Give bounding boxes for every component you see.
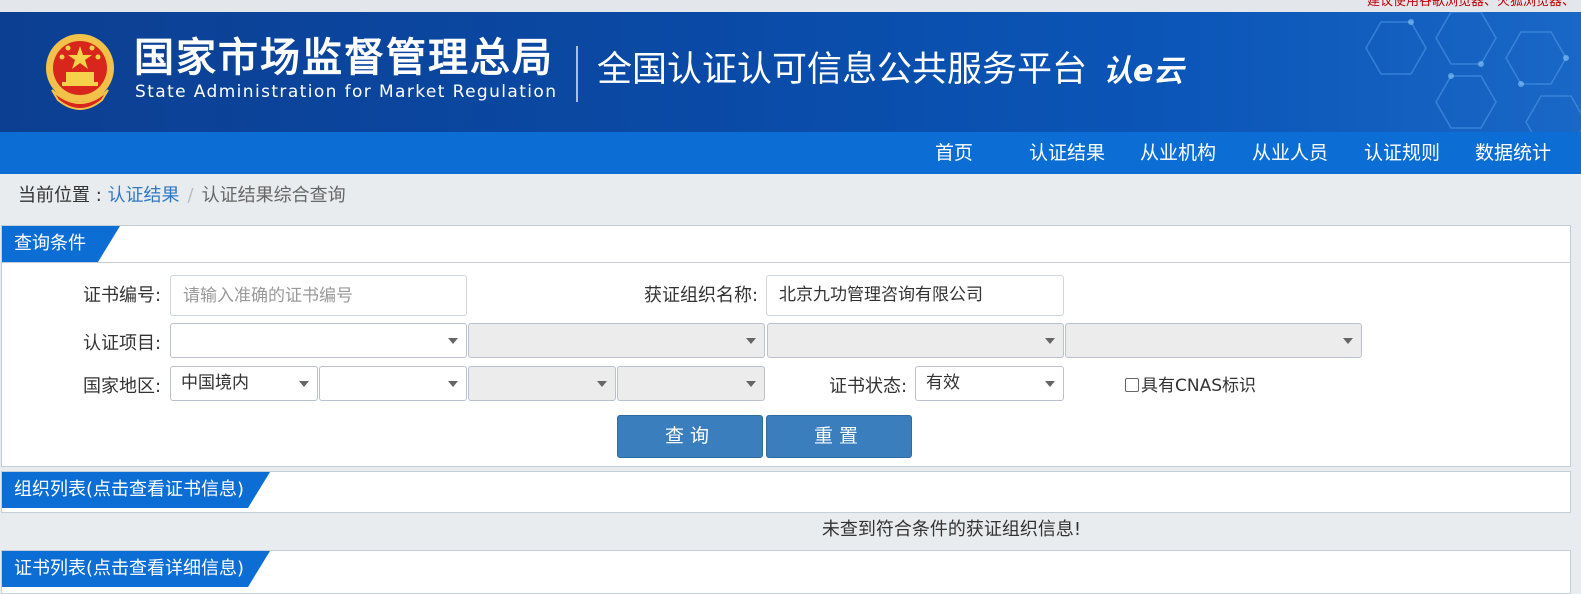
org-name-label: 获证组织名称: bbox=[644, 285, 759, 306]
agency-name-en: State Administration for Market Regulati… bbox=[135, 82, 558, 102]
cert-list-panel: 证书列表(点击查看详细信息) bbox=[1, 550, 1571, 594]
cnas-checkbox[interactable] bbox=[1125, 378, 1139, 392]
nav-item-institutions[interactable]: 从业机构 bbox=[1140, 132, 1216, 174]
org-list-panel: 组织列表(点击查看证书信息) bbox=[1, 471, 1571, 513]
search-button[interactable]: 查询 bbox=[617, 415, 763, 458]
region-label: 国家地区: bbox=[83, 376, 162, 397]
cert-list-title: 证书列表(点击查看详细信息) bbox=[2, 551, 270, 587]
top-strip: 建议使用谷歌浏览器、火狐浏览器、 bbox=[0, 0, 1581, 12]
cert-project-select-3 bbox=[767, 323, 1064, 358]
query-section-title: 查询条件 bbox=[2, 226, 120, 262]
nav-item-statistics[interactable]: 数据统计 bbox=[1475, 132, 1551, 174]
reset-button[interactable]: 重置 bbox=[766, 415, 912, 458]
chevron-down-icon bbox=[448, 338, 458, 344]
cert-no-input[interactable] bbox=[170, 275, 467, 316]
chevron-down-icon bbox=[448, 381, 458, 387]
nav-item-cert-rules[interactable]: 认证规则 bbox=[1364, 132, 1440, 174]
breadcrumb-prefix: 当前位置 : bbox=[18, 185, 108, 206]
cert-project-label: 认证项目: bbox=[83, 333, 162, 354]
nav-item-home[interactable]: 首页 bbox=[935, 132, 973, 174]
chevron-down-icon bbox=[1045, 338, 1055, 344]
platform-title: 全国认证认可信息公共服务平台 bbox=[597, 50, 1088, 90]
site-banner: 国家市场监督管理总局 State Administration for Mark… bbox=[0, 12, 1581, 132]
cnas-checkbox-label: 具有CNAS标识 bbox=[1141, 376, 1257, 396]
chevron-down-icon bbox=[299, 381, 309, 387]
cert-project-select-2 bbox=[468, 323, 765, 358]
chevron-down-icon bbox=[746, 338, 756, 344]
browser-notice: 建议使用谷歌浏览器、火狐浏览器、 bbox=[1366, 0, 1575, 9]
breadcrumb-link-cert-results[interactable]: 认证结果 bbox=[108, 185, 180, 206]
org-name-input[interactable]: 北京九功管理咨询有限公司 bbox=[766, 275, 1064, 316]
chevron-down-icon bbox=[1045, 381, 1055, 387]
chevron-down-icon bbox=[746, 381, 756, 387]
platform-logo: 认e云 bbox=[1103, 54, 1184, 89]
chevron-down-icon bbox=[1343, 338, 1353, 344]
cert-status-label: 证书状态: bbox=[829, 376, 908, 397]
nav-item-cert-results[interactable]: 认证结果 bbox=[1029, 132, 1105, 174]
nav-item-personnel[interactable]: 从业人员 bbox=[1252, 132, 1328, 174]
breadcrumb-current: 认证结果综合查询 bbox=[201, 185, 346, 206]
cert-no-label: 证书编号: bbox=[83, 285, 162, 306]
region-select-3 bbox=[468, 366, 616, 401]
cert-project-select-1[interactable] bbox=[170, 323, 467, 358]
org-list-empty-message: 未查到符合条件的获证组织信息! bbox=[821, 519, 1082, 540]
hexagon-pattern-icon bbox=[1365, 12, 1581, 132]
org-list-title: 组织列表(点击查看证书信息) bbox=[2, 472, 270, 508]
region-select-2[interactable] bbox=[319, 366, 467, 401]
cnas-checkbox-wrap[interactable]: 具有CNAS标识 bbox=[1125, 377, 1256, 395]
breadcrumb: 当前位置 : 认证结果 / 认证结果综合查询 bbox=[18, 184, 346, 208]
cert-project-select-4 bbox=[1065, 323, 1362, 358]
region-select-4 bbox=[617, 366, 765, 401]
agency-name-cn: 国家市场监督管理总局 bbox=[134, 35, 554, 81]
cert-status-select[interactable]: 有效 bbox=[915, 366, 1064, 401]
breadcrumb-separator: / bbox=[187, 185, 194, 206]
header-divider bbox=[576, 46, 578, 102]
main-nav: 首页 认证结果 从业机构 从业人员 认证规则 数据统计 bbox=[0, 132, 1581, 174]
chevron-down-icon bbox=[597, 381, 607, 387]
national-emblem-icon bbox=[46, 34, 114, 110]
region-select-1[interactable]: 中国境内 bbox=[170, 366, 318, 401]
